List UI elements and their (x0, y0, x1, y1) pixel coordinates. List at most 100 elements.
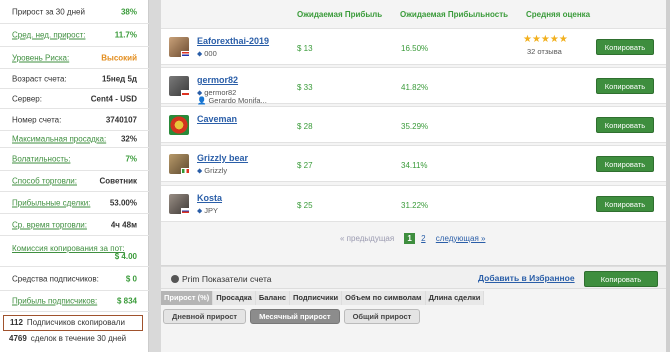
copied-text: Подписчиков скопировали (26, 318, 125, 327)
flag-icon (181, 168, 190, 174)
tab-subscribers[interactable]: Подписчики (290, 291, 343, 305)
stat-label[interactable]: Комиссия копирования за пот: (12, 244, 125, 253)
stat-row-volatility[interactable]: Волатильность: 7% (0, 148, 149, 171)
trader-expected-profitability: 35.29% (401, 122, 429, 131)
stat-value: Высокий (101, 53, 137, 62)
trader-expected-profit: $ 27 (297, 161, 313, 170)
deals-count: 4769 (9, 334, 27, 343)
account-stats-panel: Прирост за 30 дней 38% Сред. нед. прирос… (0, 0, 149, 352)
tab-trade-length[interactable]: Длина сделки (425, 291, 485, 305)
pagination-next[interactable]: следующая » (436, 234, 486, 243)
add-to-favorites-link[interactable]: Добавить в Избранное (478, 273, 575, 283)
pagination-current-page[interactable]: 1 (404, 233, 415, 244)
trader-name-link[interactable]: Grizzly bear (197, 153, 248, 163)
subtab-monthly-growth[interactable]: Месячный прирост (250, 309, 340, 324)
trader-row[interactable]: germor82 ⬥ germor82 👤 Gerardo Monifa... $… (161, 67, 666, 105)
stat-label[interactable]: Прибыльные сделки: (12, 198, 90, 207)
stat-label: Номер счета: (12, 115, 62, 124)
trader-name-link[interactable]: Eaforexthai-2019 (197, 36, 269, 46)
avatar[interactable] (169, 115, 189, 135)
stat-row-avg-weekly-growth[interactable]: Сред. нед. прирост: 11.7% (0, 24, 149, 47)
stat-value: Советник (99, 176, 138, 186)
flag-icon (181, 208, 190, 214)
stat-row-trading-method[interactable]: Способ торговли: Советник (0, 171, 149, 192)
stat-value: 38% (120, 7, 137, 16)
stat-row-risk-level[interactable]: Уровень Риска: Высокий (0, 47, 149, 69)
stat-value: Cent4 - USD (90, 94, 137, 103)
tab-growth[interactable]: Прирост (%) (161, 291, 214, 305)
stat-value: 53.00% (109, 198, 137, 207)
copy-button[interactable]: Копировать (596, 196, 654, 212)
trader-expected-profit: $ 13 (297, 44, 313, 53)
trader-tag: ⬥ 000 (197, 49, 217, 59)
scrollbar[interactable] (666, 0, 670, 352)
stat-value: 15нед 5д (101, 74, 137, 83)
stat-value: $ 834 (116, 296, 137, 306)
rating-stars-icon: ★★★★★ (523, 34, 568, 45)
trader-owner-text: Gerardo Monifa... (208, 96, 267, 105)
tab-drawdown[interactable]: Просадка (213, 291, 256, 305)
trader-owner: 👤 Gerardo Monifa... (197, 96, 267, 105)
account-metrics-panel: Prim Показатели счета Добавить в Избранн… (161, 266, 666, 352)
stat-label[interactable]: Уровень Риска: (12, 53, 69, 62)
stat-label: Сервер: (12, 94, 42, 103)
trader-row[interactable]: Grizzly bear ⬥ Grizzly $ 27 34.11% Копиро… (161, 145, 666, 182)
chart-icon (171, 275, 179, 283)
subtab-daily-growth[interactable]: Дневной прирост (163, 309, 247, 324)
stat-value: 4ч 48м (110, 220, 137, 229)
metrics-title: Prim Показатели счета (171, 274, 272, 284)
trader-row[interactable]: Kosta ⬥ JPY $ 25 31.22% Копировать (161, 185, 666, 222)
stat-label: Возраст счета: (12, 74, 67, 83)
stat-row-avg-trade-time[interactable]: Ср. время торговли: 4ч 48м (0, 214, 149, 236)
stat-row-profitable-trades[interactable]: Прибыльные сделки: 53.00% (0, 192, 149, 214)
trader-tag-text: Grizzly (204, 166, 228, 175)
subtab-total-growth[interactable]: Общий прирост (343, 309, 421, 324)
tag-icon: ⬥ (197, 49, 203, 58)
tag-icon: ⬥ (197, 206, 203, 215)
tab-balance[interactable]: Баланс (255, 291, 291, 305)
trader-tag: ⬥ JPY (197, 206, 218, 216)
trader-name-link[interactable]: Kosta (197, 193, 222, 203)
trader-expected-profit: $ 25 (297, 201, 313, 210)
user-icon: 👤 (197, 96, 207, 105)
stat-row-max-drawdown[interactable]: Максимальная просадка: 32% (0, 131, 149, 148)
column-header-avg-rating: Средняя оценка (526, 10, 591, 19)
stat-label[interactable]: Прибыль подписчиков: (12, 297, 97, 306)
stat-value: $ 0 (125, 274, 137, 283)
stat-row-copy-commission[interactable]: Комиссия копирования за пот: $ 4.00 (0, 236, 149, 267)
copy-button[interactable]: Копировать (584, 271, 658, 287)
stat-row-subscriber-profit[interactable]: Прибыль подписчиков: $ 834 (0, 291, 149, 312)
stat-value: $ 4.00 (114, 252, 137, 261)
metrics-header: Prim Показатели счета Добавить в Избранн… (161, 267, 666, 289)
reviews-count[interactable]: 32 отзыва (527, 47, 562, 56)
trader-row[interactable]: Eaforexthai-2019 ⬥ 000 $ 13 16.50% ★★★★★ … (161, 28, 666, 65)
copy-button[interactable]: Копировать (596, 78, 654, 94)
copy-button[interactable]: Копировать (596, 156, 654, 172)
stat-label[interactable]: Волатильность: (12, 155, 70, 164)
stat-label[interactable]: Способ торговли: (12, 177, 77, 186)
trader-name-link[interactable]: Caveman (197, 114, 237, 124)
column-header-expected-profit: Ожидаемая Прибыль (297, 10, 383, 19)
tab-volume-by-symbol[interactable]: Объем по символам (342, 291, 426, 305)
trader-tag: ⬥ Grizzly (197, 166, 227, 176)
stat-value: 7% (125, 154, 137, 164)
column-header-expected-profitability: Ожидаемая Прибыльность (400, 10, 509, 19)
trader-row[interactable]: Caveman $ 28 35.29% Копировать (161, 106, 666, 143)
stat-row-server: Сервер: Cent4 - USD (0, 89, 149, 109)
copy-button[interactable]: Копировать (596, 39, 654, 55)
trader-expected-profit: $ 33 (297, 83, 313, 92)
stat-row-subscriber-funds: Средства подписчиков: $ 0 (0, 267, 149, 291)
pagination-prev[interactable]: « предыдущая (340, 234, 394, 243)
copy-button[interactable]: Копировать (596, 117, 654, 133)
stat-label[interactable]: Сред. нед. прирост: (12, 31, 85, 40)
trader-name-link[interactable]: germor82 (197, 75, 238, 85)
trader-tag-text: 000 (204, 49, 217, 58)
flag-icon (181, 51, 190, 57)
trader-expected-profitability: 34.11% (401, 161, 428, 170)
stat-label[interactable]: Максимальная просадка: (12, 135, 106, 144)
copied-count: 112 (10, 318, 23, 327)
pagination-page-2[interactable]: 2 (421, 234, 425, 243)
stat-label[interactable]: Ср. время торговли: (12, 220, 87, 229)
stat-value: 11.7% (114, 30, 137, 40)
trader-expected-profit: $ 28 (297, 122, 313, 131)
